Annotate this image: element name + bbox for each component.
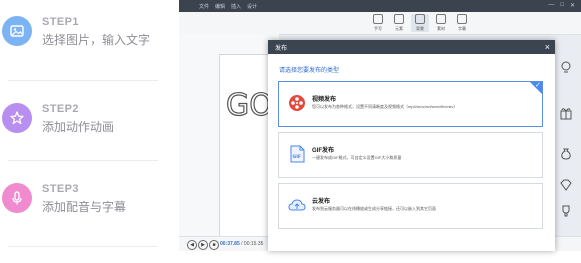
- step-title: STEP2: [42, 103, 79, 115]
- option-description: 发布到云服务器可以在线播放或生成分享链接，还可以嵌入到其它页面: [312, 206, 436, 211]
- step-description: 选择图片，输入文字: [42, 33, 151, 47]
- publish-option-cloud[interactable]: 云发布 发布到云服务器可以在线播放或生成分享链接，还可以嵌入到其它页面: [278, 183, 543, 229]
- timecode: 00:37.85 / 00:15.35: [220, 241, 264, 247]
- tool-icon: [373, 14, 383, 24]
- asset-sidebar: [551, 60, 581, 240]
- publish-dialog: 发布 × 请选择您要发布的类型 ✓ 视频发布 您可以发布为各种格式，设置不同清晰…: [268, 40, 555, 251]
- option-description: 一键发布成GIF格式，可自定义设置GIF大小和质量: [312, 155, 402, 160]
- cloud-upload-icon: [288, 199, 306, 211]
- sparkle-star-icon: [2, 103, 32, 133]
- close-window-icon[interactable]: ✕: [570, 2, 575, 9]
- option-name: 视频发布: [312, 97, 337, 103]
- toolbar: 手写 元素 背景 素材 字幕: [179, 12, 581, 35]
- dialog-header: 发布 ×: [268, 40, 555, 54]
- rewind-icon[interactable]: ◀: [187, 240, 197, 250]
- divider: [8, 80, 158, 81]
- tool-icon: [457, 14, 467, 24]
- tool-button[interactable]: 手写: [369, 14, 387, 32]
- current-time: 00:37.85: [220, 241, 240, 247]
- editor-canvas[interactable]: GO: [179, 34, 291, 246]
- image-icon: [2, 16, 32, 46]
- publish-option-gif[interactable]: GIF GIF发布 一键发布成GIF格式，可自定义设置GIF大小和质量: [278, 132, 543, 178]
- video-reel-icon: [289, 95, 305, 111]
- tool-icon: [415, 14, 425, 24]
- stop-icon[interactable]: ■: [209, 240, 219, 250]
- tool-button[interactable]: 元素: [390, 14, 408, 32]
- tool-button[interactable]: 字幕: [453, 14, 471, 32]
- tool-button[interactable]: 背景: [411, 14, 429, 32]
- trophy-icon[interactable]: [559, 204, 573, 218]
- steps-panel: STEP1 选择图片，输入文字 STEP2 添加动作动画 STEP3 添加配音与…: [0, 0, 165, 251]
- title-bar: 文件 编辑 插入 设计 — □ ✕: [179, 0, 581, 12]
- dialog-prompt: 请选择您要发布的类型: [279, 68, 340, 74]
- money-bag-icon[interactable]: [559, 146, 573, 160]
- step-title: STEP1: [42, 16, 79, 28]
- publish-option-video[interactable]: ✓ 视频发布 您可以发布为各种格式，设置不同清晰度及视频格式（mp4/mov/a…: [278, 81, 543, 127]
- gift-icon[interactable]: [559, 106, 573, 120]
- step-title: STEP3: [42, 183, 79, 195]
- tool-icon: [436, 14, 446, 24]
- maximize-icon[interactable]: □: [560, 2, 564, 9]
- tool-icon: [394, 14, 404, 24]
- step-3: STEP3 添加配音与字幕: [0, 183, 160, 263]
- window-controls: — □ ✕: [548, 2, 575, 9]
- total-time: 00:15.35: [243, 241, 264, 247]
- option-name: GIF发布: [312, 148, 334, 154]
- step-1: STEP1 选择图片，输入文字: [0, 16, 160, 96]
- play-icon[interactable]: ▶: [198, 240, 208, 250]
- diamond-icon[interactable]: [559, 178, 573, 192]
- menu-item[interactable]: 文件: [199, 3, 209, 10]
- menu-bar: 文件 编辑 插入 设计: [199, 3, 257, 10]
- svg-text:GIF: GIF: [293, 154, 301, 160]
- divider: [8, 160, 158, 161]
- dialog-title: 发布: [275, 46, 288, 52]
- bulb-icon[interactable]: [559, 60, 573, 74]
- step-description: 添加配音与字幕: [42, 200, 127, 214]
- microphone-icon: [2, 183, 32, 213]
- tool-button[interactable]: 素材: [432, 14, 450, 32]
- svg-text:GO: GO: [226, 88, 273, 123]
- menu-item[interactable]: 插入: [231, 3, 241, 10]
- option-name: 云发布: [312, 199, 331, 205]
- menu-item[interactable]: 设计: [247, 3, 257, 10]
- minimize-icon[interactable]: —: [548, 2, 554, 9]
- check-icon: ✓: [535, 82, 541, 89]
- divider: [8, 246, 158, 247]
- close-icon[interactable]: ×: [545, 41, 550, 53]
- gif-file-icon: GIF: [290, 145, 305, 163]
- menu-item[interactable]: 编辑: [215, 3, 225, 10]
- option-description: 您可以发布为各种格式，设置不同清晰度及视频格式（mp4/mov/avi/wmv/…: [312, 104, 458, 109]
- step-2: STEP2 添加动作动画: [0, 103, 160, 183]
- step-description: 添加动作动画: [42, 120, 115, 134]
